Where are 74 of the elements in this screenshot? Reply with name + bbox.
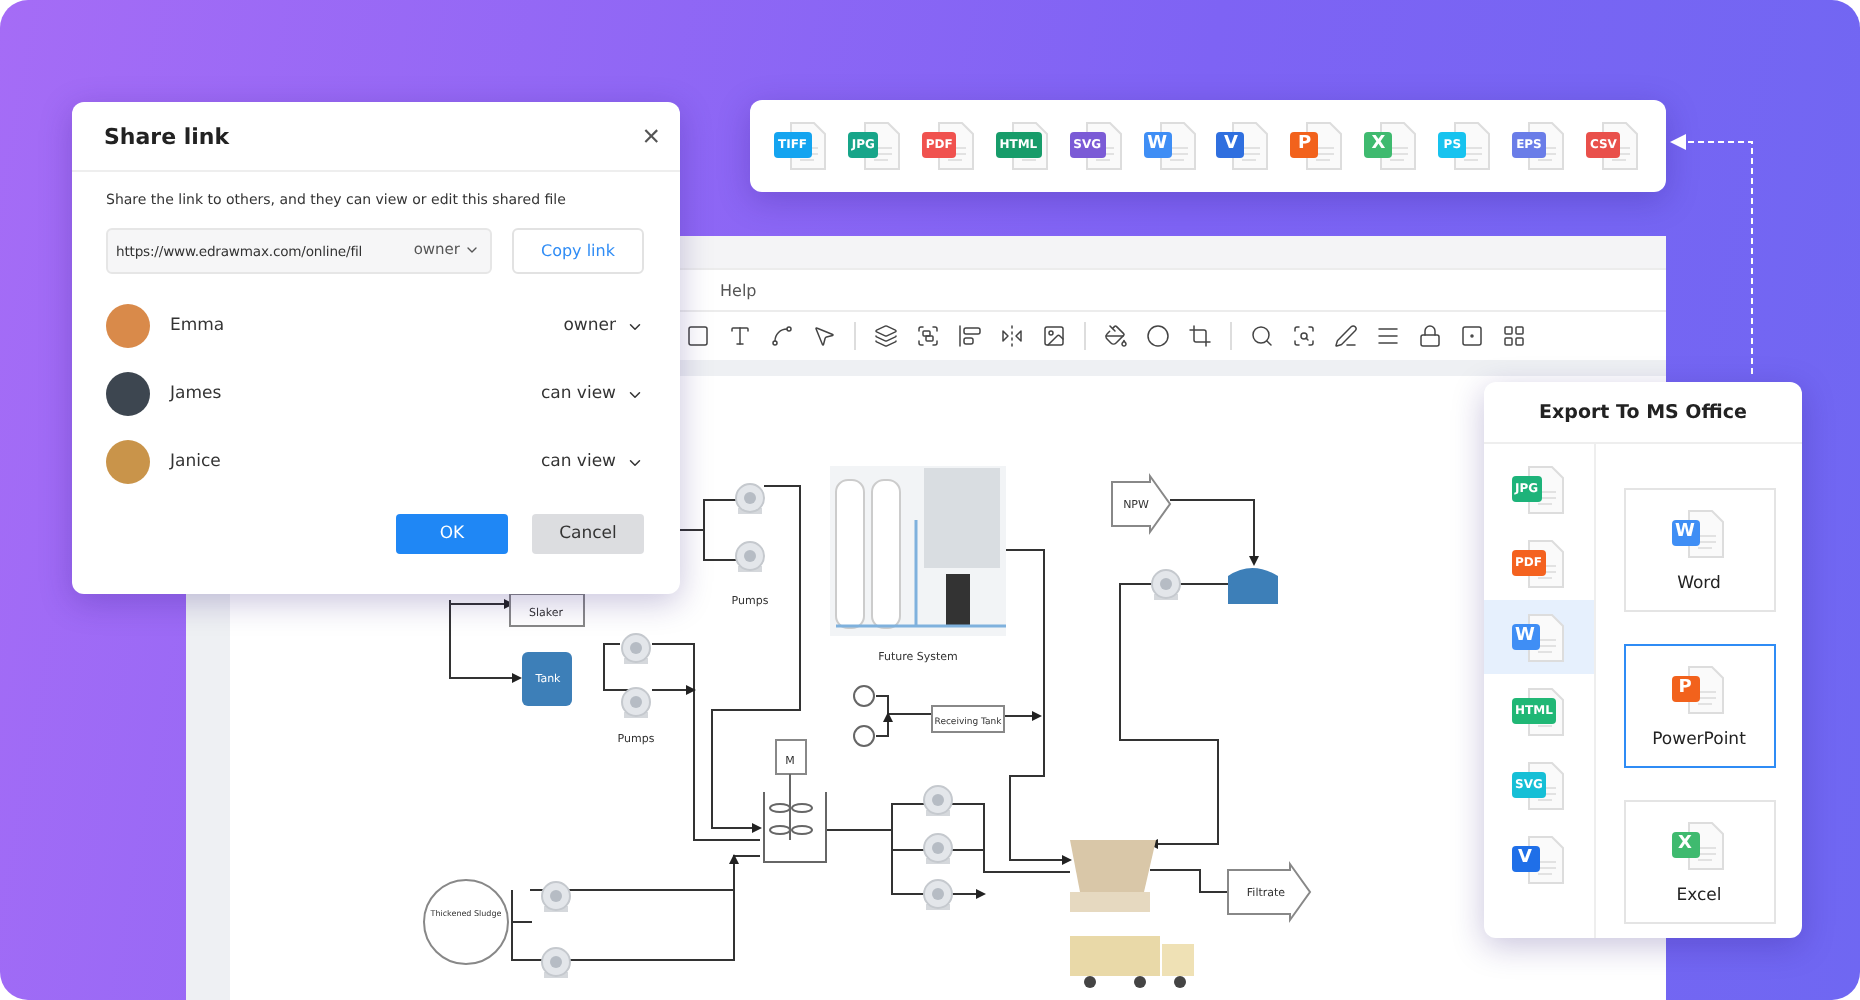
sludge-circle bbox=[423, 879, 509, 965]
group-icon[interactable] bbox=[916, 323, 940, 348]
file-type-tag: V bbox=[1511, 845, 1539, 871]
pipe-line bbox=[875, 695, 933, 737]
tank-drawing bbox=[522, 652, 572, 706]
file-type-tag[interactable]: W bbox=[1143, 132, 1172, 158]
user-name: Janice bbox=[170, 452, 223, 472]
frame-icon[interactable] bbox=[1460, 323, 1484, 348]
pump-drawing bbox=[923, 785, 953, 816]
office-format-card[interactable]: X Excel bbox=[1623, 800, 1775, 924]
npw-arrow bbox=[1111, 472, 1172, 536]
pipe-line bbox=[1169, 499, 1259, 566]
avatar bbox=[106, 372, 150, 416]
copy-link-button[interactable]: Copy link bbox=[512, 228, 644, 274]
user-name: James bbox=[170, 384, 224, 404]
file-type-tag[interactable]: V bbox=[1216, 132, 1245, 158]
avatar bbox=[106, 440, 150, 484]
scan-icon[interactable] bbox=[1292, 323, 1316, 348]
file-type-tag: X bbox=[1671, 832, 1699, 858]
fill-icon[interactable] bbox=[1104, 323, 1128, 348]
close-button[interactable]: × bbox=[642, 121, 660, 151]
rectangle-icon[interactable] bbox=[686, 323, 710, 348]
lock-icon[interactable] bbox=[1418, 323, 1442, 348]
role-dropdown[interactable]: owner bbox=[563, 316, 644, 336]
file-type-tag: W bbox=[1671, 520, 1699, 546]
pump-drawing bbox=[923, 833, 953, 864]
valve-drawing bbox=[853, 685, 875, 747]
circle-icon[interactable] bbox=[1146, 323, 1170, 348]
role-dropdown[interactable]: can view bbox=[540, 452, 644, 472]
crop-icon[interactable] bbox=[1188, 323, 1212, 348]
pump-drawing bbox=[541, 881, 571, 912]
mixer-tank-drawing bbox=[763, 773, 827, 863]
file-type-tag: W bbox=[1511, 623, 1539, 649]
pump-drawing bbox=[1151, 569, 1181, 600]
user-name: Emma bbox=[170, 316, 227, 336]
flip-icon[interactable] bbox=[1000, 323, 1024, 348]
truck-drawing bbox=[1070, 936, 1194, 988]
pen-icon[interactable] bbox=[1334, 323, 1358, 348]
image-icon[interactable] bbox=[1042, 323, 1066, 348]
ok-button[interactable]: OK bbox=[396, 514, 508, 554]
pointer-icon[interactable] bbox=[812, 323, 836, 348]
line-style-icon[interactable] bbox=[1376, 323, 1400, 348]
pump-drawing bbox=[621, 633, 651, 664]
tank-drawing bbox=[1228, 568, 1278, 604]
grid-icon[interactable] bbox=[1502, 323, 1526, 348]
format-list-item[interactable]: V bbox=[1484, 822, 1594, 896]
filtrate-arrow bbox=[1227, 860, 1312, 924]
pipe-line bbox=[825, 803, 925, 895]
pipe-line bbox=[1149, 869, 1229, 893]
motor-box bbox=[775, 739, 807, 775]
role-dropdown[interactable]: can view bbox=[540, 384, 644, 404]
pump-drawing bbox=[923, 879, 953, 910]
pump-drawing bbox=[541, 947, 571, 978]
panel-title: Export To MS Office bbox=[1484, 382, 1802, 444]
align-icon[interactable] bbox=[958, 323, 982, 348]
menu-item[interactable]: Help bbox=[720, 281, 757, 300]
file-type-tag: P bbox=[1671, 676, 1699, 702]
pump-drawing bbox=[735, 483, 765, 514]
office-format-card[interactable]: P PowerPoint bbox=[1623, 644, 1775, 768]
format-list-item[interactable]: W bbox=[1484, 600, 1594, 674]
file-type-tag[interactable]: X bbox=[1364, 132, 1393, 158]
pump-drawing bbox=[735, 541, 765, 572]
search-icon[interactable] bbox=[1250, 323, 1274, 348]
text-icon[interactable] bbox=[728, 323, 752, 348]
pump-drawing bbox=[621, 687, 651, 718]
avatar bbox=[106, 304, 150, 348]
receiving-tank-box bbox=[931, 705, 1005, 733]
office-format-card[interactable]: W Word bbox=[1623, 488, 1775, 612]
connector-icon[interactable] bbox=[770, 323, 794, 348]
layers-icon[interactable] bbox=[874, 323, 898, 348]
dialog-title: Share link bbox=[104, 123, 230, 149]
hopper-drawing bbox=[1070, 840, 1156, 912]
cancel-button[interactable]: Cancel bbox=[532, 514, 644, 554]
file-type-tag[interactable]: P bbox=[1290, 132, 1319, 158]
